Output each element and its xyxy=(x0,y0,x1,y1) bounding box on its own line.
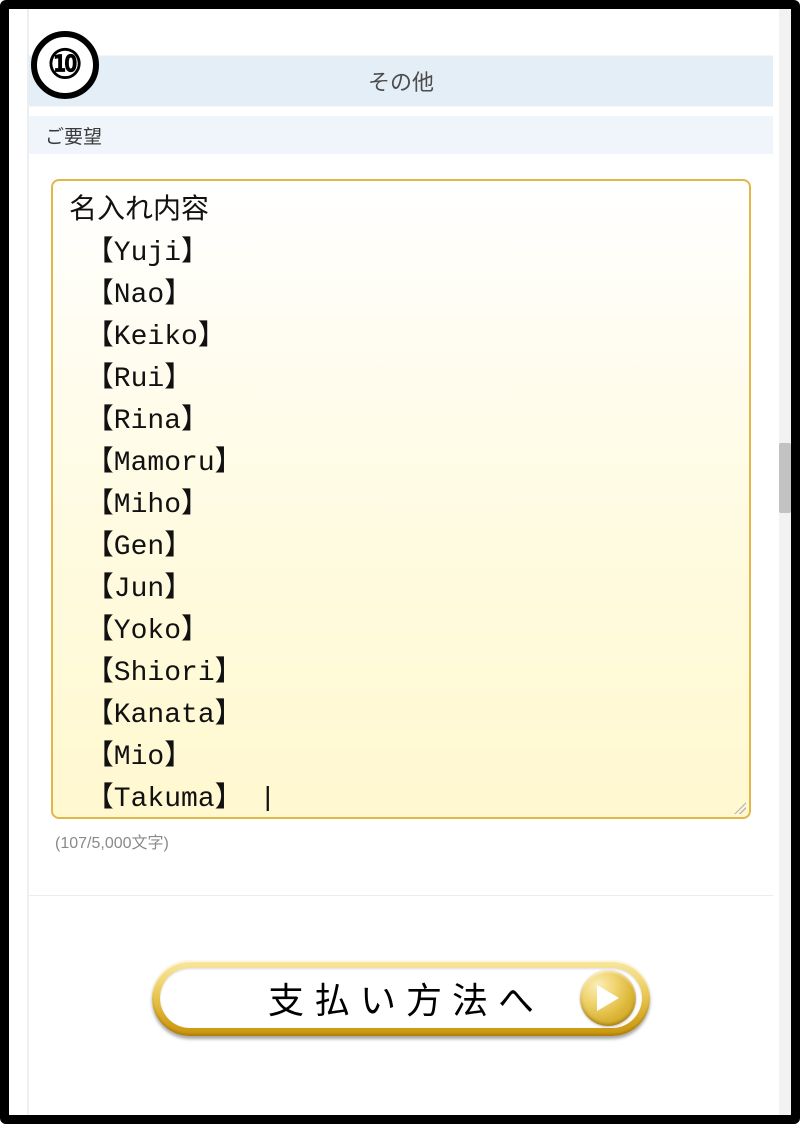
request-textarea-wrap xyxy=(51,179,751,819)
button-row: 支払い方法へ xyxy=(29,960,773,1036)
content-area: その他 ご要望 (107/5,000文字) 支払い方法へ xyxy=(27,9,773,1115)
char-counter: (107/5,000文字) xyxy=(51,829,751,853)
section-header-label: その他 xyxy=(368,65,434,97)
sub-header-request: ご要望 xyxy=(29,115,773,155)
go-to-payment-label: 支払い方法へ xyxy=(258,972,544,1024)
resize-grip-icon[interactable] xyxy=(734,802,746,814)
divider xyxy=(29,895,773,896)
request-textarea[interactable] xyxy=(69,191,733,811)
scrollbar-track[interactable] xyxy=(779,9,791,1115)
step-badge: ⑩ xyxy=(31,31,99,99)
go-to-payment-button[interactable]: 支払い方法へ xyxy=(152,960,650,1036)
arrow-right-icon xyxy=(580,970,636,1026)
section-header-other: その他 xyxy=(29,55,773,107)
scrollbar-thumb[interactable] xyxy=(779,443,791,513)
form-area: (107/5,000文字) xyxy=(29,155,773,859)
sub-header-label: ご要望 xyxy=(45,122,102,149)
step-frame: その他 ご要望 (107/5,000文字) 支払い方法へ xyxy=(0,0,800,1124)
step-number: ⑩ xyxy=(47,42,83,88)
